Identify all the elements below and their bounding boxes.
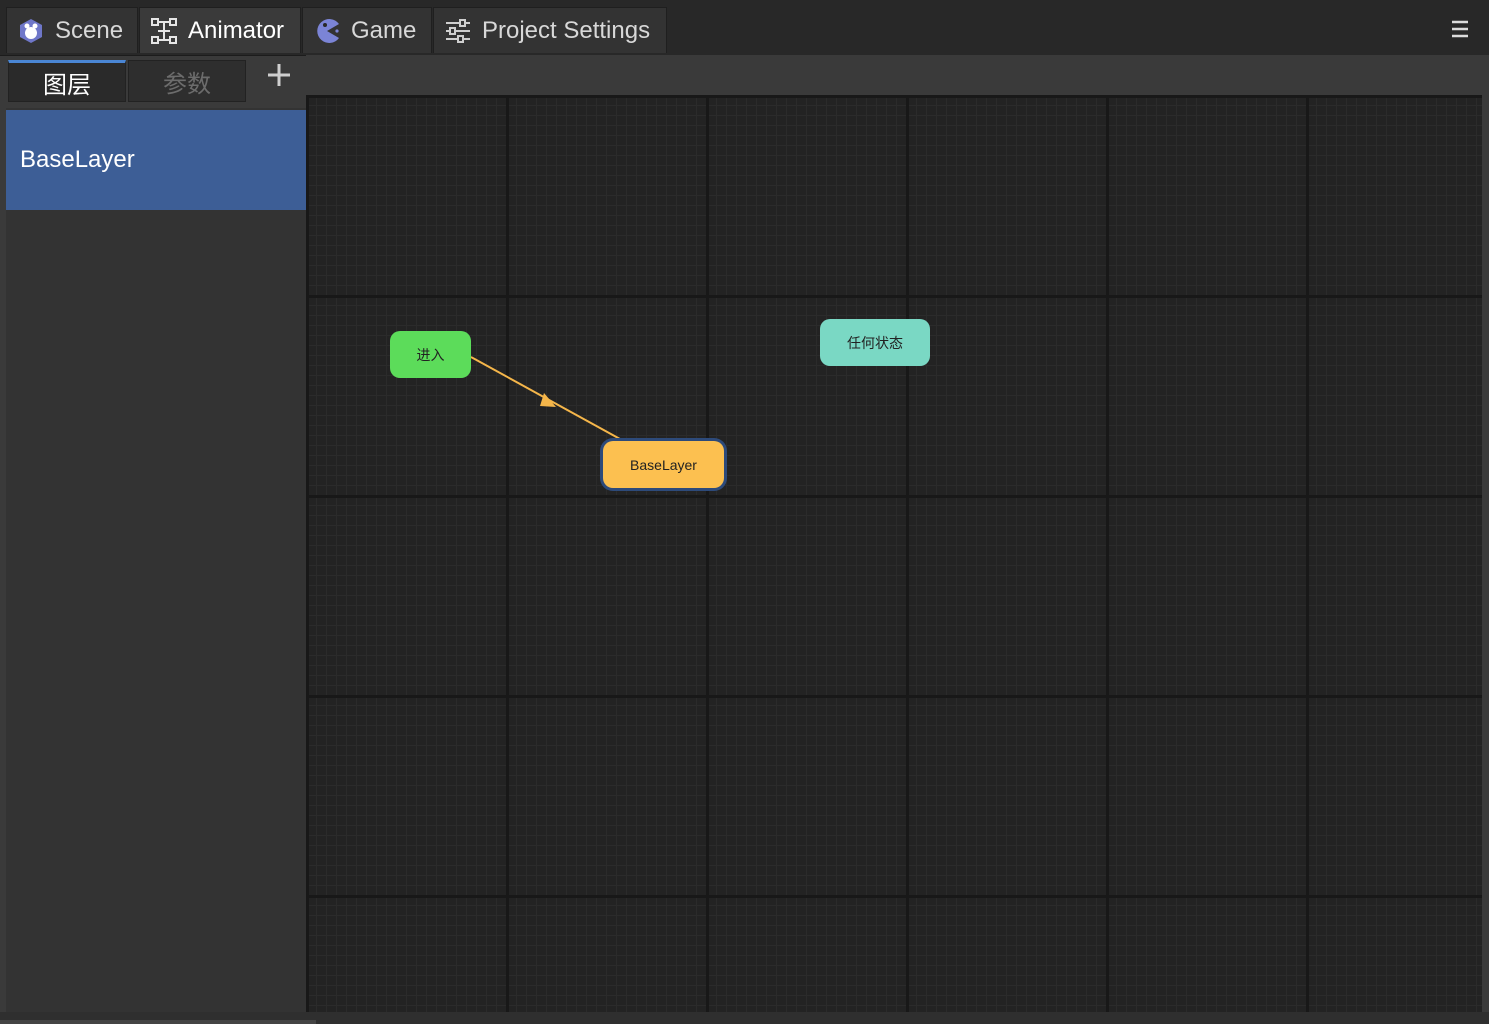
bottom-divider bbox=[0, 1020, 316, 1024]
entry-node-label: 进入 bbox=[416, 346, 445, 363]
tab-game[interactable]: Game bbox=[302, 7, 432, 53]
tab-parameters[interactable]: 参数 bbox=[128, 60, 246, 102]
tab-label: Scene bbox=[55, 16, 124, 44]
bottom-edge bbox=[0, 1012, 1489, 1024]
animator-graph-icon bbox=[150, 17, 178, 45]
tab-label: Animator bbox=[188, 16, 285, 44]
sliders-icon bbox=[444, 17, 472, 45]
tab-label: Project Settings bbox=[482, 16, 651, 44]
layers-params-switcher: 图层 参数 bbox=[6, 56, 306, 104]
layer-list-panel: BaseLayer bbox=[6, 108, 306, 1012]
tab-project-settings[interactable]: Project Settings bbox=[433, 7, 667, 53]
tab-label: Game bbox=[351, 16, 417, 44]
layer-item-baselayer[interactable]: BaseLayer bbox=[6, 110, 306, 210]
state-graph-canvas[interactable]: 进入 任何状态 BaseLayer bbox=[306, 95, 1482, 1012]
tab-animator[interactable]: Animator bbox=[139, 7, 301, 53]
any-state-node-label: 任何状态 bbox=[847, 334, 903, 351]
graph-toolbar bbox=[306, 55, 1482, 95]
game-pacman-icon bbox=[313, 17, 341, 45]
hamburger-menu-icon[interactable] bbox=[1449, 18, 1471, 40]
scene-cube-icon bbox=[17, 17, 45, 45]
tab-layers[interactable]: 图层 bbox=[8, 60, 126, 102]
state-node-baselayer[interactable]: BaseLayer bbox=[603, 441, 724, 488]
any-state-node[interactable]: 任何状态 bbox=[820, 319, 930, 366]
add-layer-button[interactable] bbox=[264, 62, 294, 92]
transition-layer bbox=[470, 356, 621, 440]
state-node-label: BaseLayer bbox=[630, 456, 697, 473]
right-edge bbox=[1482, 55, 1489, 1024]
tab-scene[interactable]: Scene bbox=[6, 7, 138, 53]
transition-arrow-icon bbox=[540, 393, 556, 407]
entry-node[interactable]: 进入 bbox=[390, 331, 471, 378]
layer-item-label: BaseLayer bbox=[20, 146, 135, 173]
editor-tab-bar: Scene Animator Game Project Settings bbox=[0, 0, 1489, 56]
